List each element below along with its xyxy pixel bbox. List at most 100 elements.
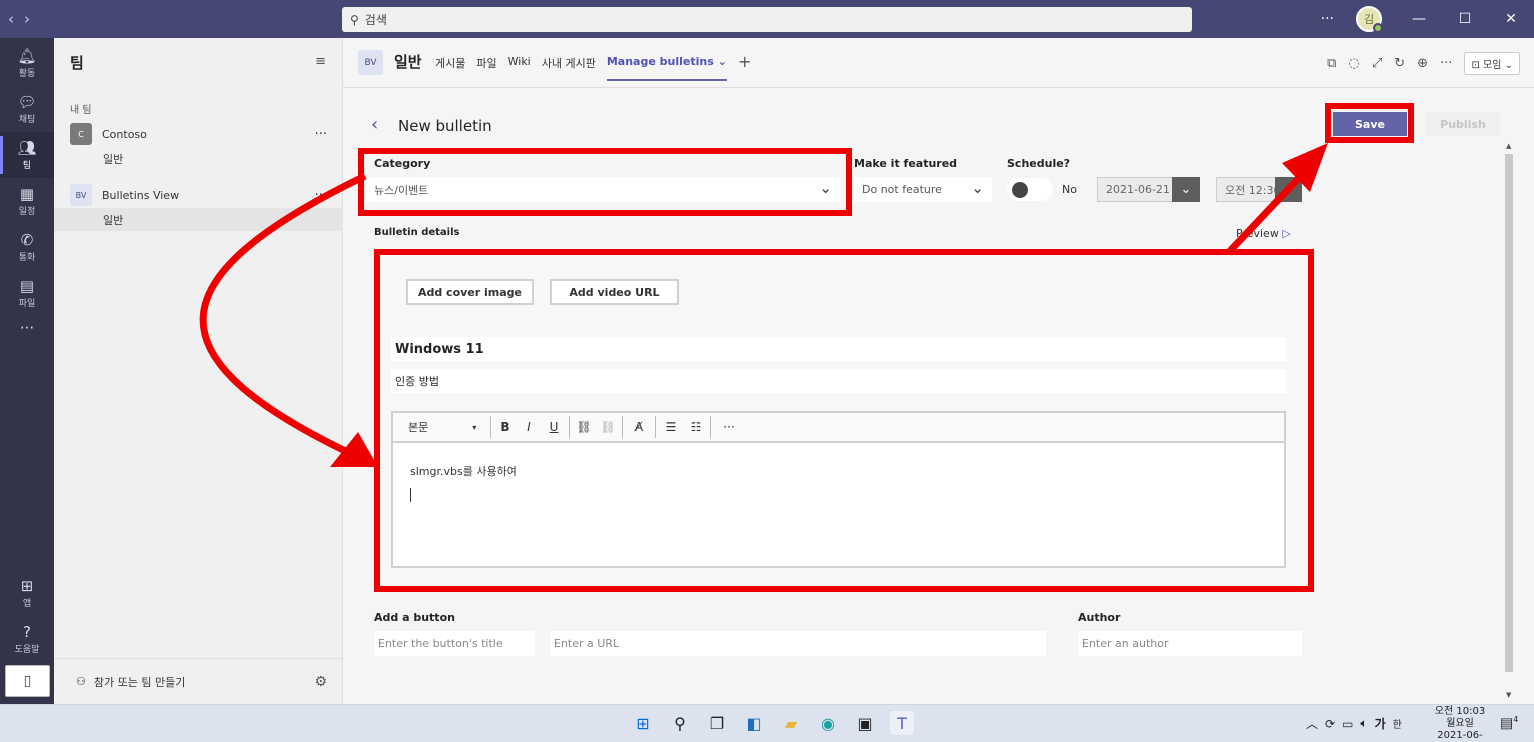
schedule-toggle-state: No (1062, 183, 1077, 196)
back-icon[interactable]: ‹ (371, 114, 378, 135)
author-input[interactable]: Enter an author (1078, 631, 1302, 656)
more-icon: ··· (19, 319, 35, 337)
system-tray: ︿ ⟳ ▭ 🔈︎ 가 한 (1306, 715, 1402, 732)
tab-manage-bulletins[interactable]: Manage bulletins ⌄ (606, 55, 727, 81)
gear-icon[interactable]: ⚙ (314, 674, 327, 690)
filter-icon[interactable]: ≡ (315, 54, 326, 69)
meet-button[interactable]: ⊡ 모임 ⌄ (1464, 52, 1520, 75)
featured-label: Make it featured (854, 157, 958, 170)
tab-bulletin-board[interactable]: 사내 게시판 (542, 55, 596, 81)
clock-date: 2021-06-21 (1437, 730, 1483, 741)
globe-icon[interactable]: ⊕ (1417, 56, 1428, 71)
edge-icon[interactable]: ◉ (816, 711, 840, 735)
author-label: Author (1078, 611, 1121, 624)
add-tab-button[interactable]: + (738, 52, 751, 71)
team-name: Contoso (102, 127, 147, 141)
rail-item-more[interactable]: ··· (0, 306, 54, 352)
channel-contoso-general[interactable]: 일반 (54, 147, 343, 170)
scrollbar-thumb[interactable] (1505, 154, 1513, 672)
publish-button[interactable]: Publish (1426, 112, 1500, 136)
chevron-down-icon: ⌄ (717, 55, 727, 68)
rail-item-calendar[interactable]: ▦ 일정 (0, 178, 54, 224)
rail-item-help[interactable]: ? 도움말 (0, 616, 54, 662)
time-confirm-icon[interactable]: ✓ (1275, 177, 1302, 202)
history-nav[interactable]: ‹› (8, 10, 40, 28)
chevron-up-icon[interactable]: ︿ (1306, 715, 1318, 732)
widgets-icon[interactable]: ◧ (742, 711, 766, 735)
date-picker-chevron-icon[interactable]: ⌄ (1172, 177, 1200, 202)
app-rail: 🔔︎ 활동 💬︎ 채팅 👥︎ 팀 ▦ 일정 ✆ 통화 ▤ 파일 ··· ⊞ 앱 … (0, 38, 54, 704)
clock[interactable]: 오전 10:03 월요일 2021-06-21 (1431, 706, 1489, 742)
search-input[interactable]: ⚲ 검색 (342, 7, 1192, 32)
tab-wiki[interactable]: Wiki (508, 55, 531, 81)
teams-app-icon[interactable]: T (890, 711, 914, 735)
button-title-input[interactable]: Enter the button's title (374, 631, 535, 656)
teams-panel: 팀 ≡ 내 팀 C Contoso ··· 일반 BV Bulletins Vi… (54, 38, 343, 704)
maximize-button[interactable]: ☐ (1442, 11, 1488, 27)
schedule-date-field[interactable]: 2021-06-21 (1097, 177, 1173, 202)
network-icon[interactable]: ▭ (1342, 717, 1353, 731)
volume-icon[interactable]: 🔈︎ (1360, 716, 1367, 731)
search-placeholder: 검색 (364, 13, 387, 27)
add-team-icon: ⚇ (76, 675, 86, 688)
rail-item-apps[interactable]: ⊞ 앱 (0, 570, 54, 616)
conversation-icon[interactable]: ◌ (1348, 56, 1359, 71)
team-more-icon[interactable]: ··· (315, 188, 327, 203)
channel-team-badge: BV (358, 50, 383, 75)
expand-icon[interactable]: ⤢ (1372, 56, 1382, 71)
help-icon: ? (23, 622, 31, 641)
ime-label[interactable]: 가 (1375, 715, 1386, 732)
minimize-button[interactable]: — (1396, 11, 1442, 27)
channel-bv-general[interactable]: 일반 (54, 208, 343, 231)
rail-item-calls[interactable]: ✆ 통화 (0, 224, 54, 270)
store-icon[interactable]: ▣ (853, 711, 877, 735)
file-explorer-icon[interactable]: ▰ (779, 711, 803, 735)
panel-footer: ⚇ 참가 또는 팀 만들기 ⚙ (54, 658, 343, 704)
team-badge: BV (70, 184, 92, 206)
close-button[interactable]: ✕ (1488, 11, 1534, 27)
team-contoso[interactable]: C Contoso ··· (54, 121, 343, 147)
team-bulletins-view[interactable]: BV Bulletins View ··· (54, 182, 343, 208)
tab-files[interactable]: 파일 (476, 55, 496, 81)
back-arrow-icon[interactable]: ‹ (8, 10, 24, 28)
rail-item-teams[interactable]: 👥︎ 팀 (0, 132, 54, 178)
schedule-toggle[interactable] (1007, 178, 1053, 201)
schedule-time-field[interactable]: 오전 12:30 (1216, 177, 1282, 202)
meeting-notes-icon[interactable]: ⧉ (1327, 56, 1336, 71)
preview-button[interactable]: Preview ▷ (1236, 227, 1291, 240)
ime-mode[interactable]: 한 (1393, 716, 1402, 731)
settings-more-icon[interactable]: ··· (1321, 11, 1334, 27)
team-more-icon[interactable]: ··· (315, 127, 327, 142)
rail-item-activity[interactable]: 🔔︎ 활동 (0, 40, 54, 86)
more-options-icon[interactable]: ··· (1440, 56, 1452, 71)
phone-icon: ✆ (20, 230, 34, 249)
refresh-icon[interactable]: ↻ (1394, 56, 1405, 71)
rail-label: 통화 (18, 252, 36, 263)
scroll-down-icon[interactable]: ▼ (1506, 691, 1511, 699)
tab-label: Manage bulletins (606, 55, 714, 68)
search-icon[interactable]: ⚲ (668, 711, 692, 735)
team-badge: C (70, 123, 92, 145)
category-highlight-box (358, 148, 852, 216)
forward-arrow-icon[interactable]: › (24, 10, 40, 28)
tab-posts[interactable]: 게시물 (435, 55, 465, 81)
scroll-up-icon[interactable]: ▲ (1506, 142, 1511, 150)
calendar-icon: ▦ (19, 184, 35, 203)
title-bar: ‹› ⚲ 검색 ··· 김 — ☐ ✕ (0, 0, 1534, 38)
featured-select[interactable]: Do not feature ⌄ (854, 177, 992, 202)
clock-day: 월요일 (1446, 718, 1474, 729)
file-icon: ▤ (19, 276, 35, 295)
button-url-input[interactable]: Enter a URL (550, 631, 1046, 656)
clock-time: 오전 10:03 (1434, 706, 1486, 717)
rail-item-chat[interactable]: 💬︎ 채팅 (0, 86, 54, 132)
featured-value: Do not feature (862, 183, 942, 196)
mobile-download-button[interactable]: ▯ (5, 665, 50, 697)
task-view-icon[interactable]: ❐ (705, 711, 729, 735)
start-icon[interactable]: ⊞ (631, 711, 655, 735)
apps-icon: ⊞ (20, 576, 34, 595)
join-create-team-button[interactable]: ⚇ 참가 또는 팀 만들기 (76, 674, 185, 690)
sync-icon[interactable]: ⟳ (1325, 717, 1335, 731)
avatar[interactable]: 김 (1356, 6, 1383, 33)
channel-name: 일반 (394, 53, 422, 71)
notification-icon[interactable]: ▤4 (1500, 715, 1518, 732)
